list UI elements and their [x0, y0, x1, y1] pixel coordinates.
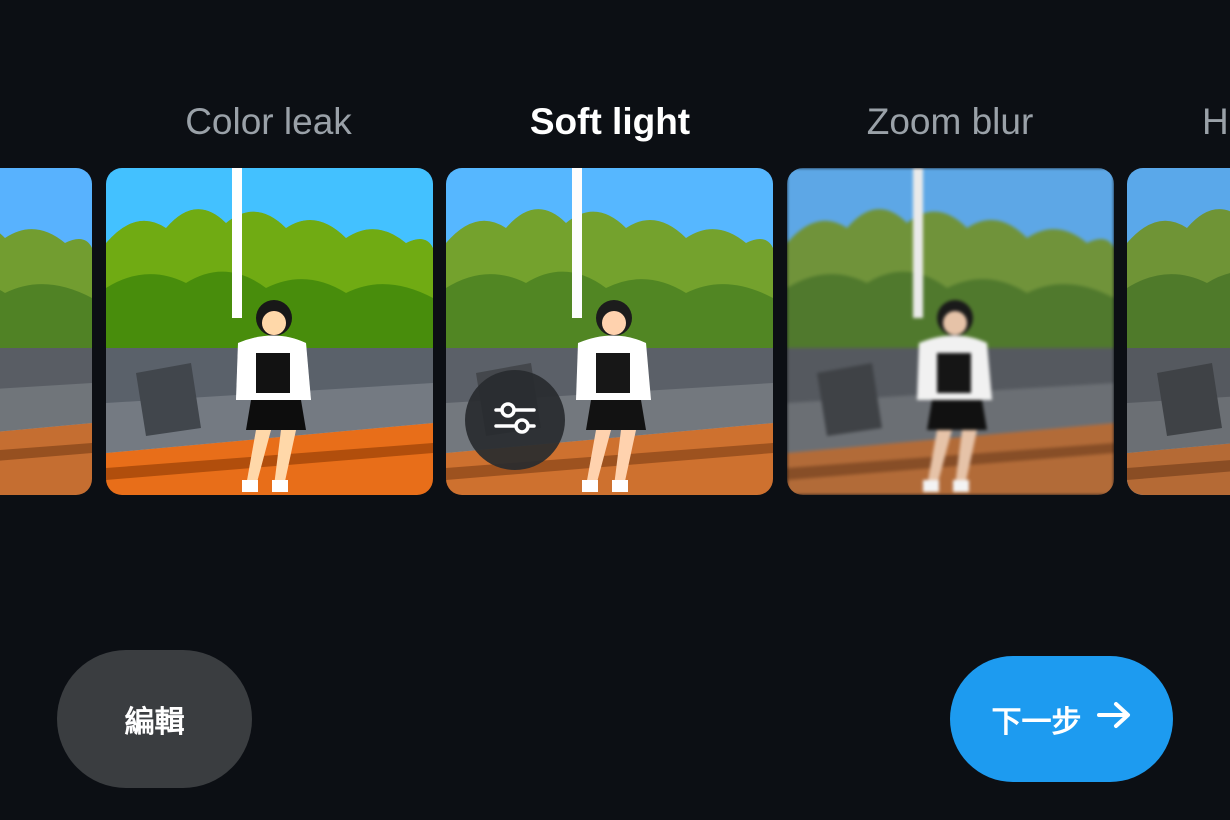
edit-button[interactable]: 編輯 [57, 650, 252, 788]
filter-picker-screen: Color leak Soft light Zoom blur H 編輯 下一步 [0, 0, 1230, 820]
filter-label-soft-light[interactable]: Soft light [490, 98, 730, 146]
filter-label-partial[interactable]: H [1194, 98, 1230, 146]
arrow-right-icon [1096, 700, 1132, 738]
sliders-icon [492, 395, 538, 446]
filter-thumbnail-color-leak[interactable] [106, 168, 433, 495]
filter-thumbnail-previous[interactable] [0, 168, 92, 495]
filter-label-zoom-blur[interactable]: Zoom blur [835, 98, 1065, 146]
next-button-label: 下一步 [991, 705, 1082, 740]
filter-thumbnail-next[interactable] [1127, 168, 1230, 495]
adjust-filter-button[interactable] [465, 370, 565, 470]
next-button[interactable]: 下一步 [950, 656, 1173, 782]
filter-thumbnail-zoom-blur[interactable] [787, 168, 1114, 495]
edit-button-label: 編輯 [124, 705, 185, 740]
filter-label-color-leak[interactable]: Color leak [156, 98, 381, 146]
